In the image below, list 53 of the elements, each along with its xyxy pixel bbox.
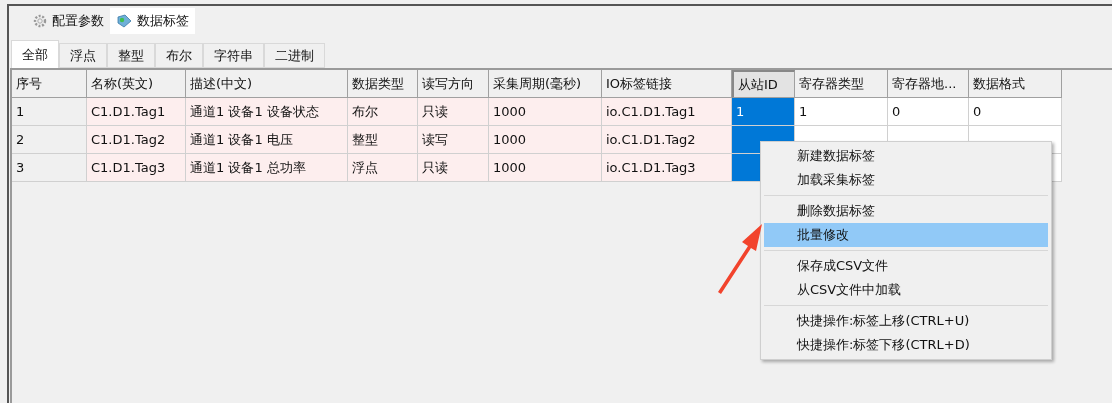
table-cell: 读写 bbox=[418, 126, 489, 154]
table-cell: io.C1.D1.Tag2 bbox=[602, 126, 732, 154]
gear-icon bbox=[33, 14, 47, 28]
tag-icon bbox=[116, 14, 132, 28]
column-header[interactable]: 寄存器类型 bbox=[795, 70, 888, 98]
table-cell: C1.D1.Tag2 bbox=[87, 126, 186, 154]
column-header[interactable]: 数据类型 bbox=[348, 70, 418, 98]
column-header[interactable]: IO标签链接 bbox=[602, 70, 732, 98]
column-header[interactable]: 采集周期(毫秒) bbox=[489, 70, 602, 98]
table-cell: 通道1 设备1 电压 bbox=[186, 126, 348, 154]
row-number: 3 bbox=[12, 154, 87, 182]
filter-tab[interactable]: 字符串 bbox=[203, 43, 264, 68]
table-cell: io.C1.D1.Tag3 bbox=[602, 154, 732, 182]
filter-tab[interactable]: 浮点 bbox=[59, 43, 107, 68]
filter-tab[interactable]: 全部 bbox=[11, 40, 59, 68]
menu-item[interactable]: 快捷操作:标签下移(CTRL+D) bbox=[764, 333, 1048, 357]
column-header[interactable]: 描述(中文) bbox=[186, 70, 348, 98]
table-cell: 1 bbox=[795, 98, 888, 126]
column-header[interactable]: 从站ID bbox=[732, 70, 795, 98]
table-cell: io.C1.D1.Tag1 bbox=[602, 98, 732, 126]
table-cell: 只读 bbox=[418, 98, 489, 126]
column-header[interactable]: 名称(英文) bbox=[87, 70, 186, 98]
main-tab[interactable]: 数据标签 bbox=[110, 8, 195, 34]
table-cell: C1.D1.Tag3 bbox=[87, 154, 186, 182]
table-cell: 浮点 bbox=[348, 154, 418, 182]
column-header[interactable]: 数据格式 bbox=[969, 70, 1062, 98]
table-cell: 1000 bbox=[489, 98, 602, 126]
table-cell: 整型 bbox=[348, 126, 418, 154]
table-cell: 0 bbox=[969, 98, 1062, 126]
column-header[interactable]: 寄存器地... bbox=[888, 70, 969, 98]
row-number: 2 bbox=[12, 126, 87, 154]
menu-item[interactable]: 批量修改 bbox=[764, 223, 1048, 247]
column-header[interactable]: 读写方向 bbox=[418, 70, 489, 98]
table-cell: 通道1 设备1 设备状态 bbox=[186, 98, 348, 126]
menu-item[interactable]: 快捷操作:标签上移(CTRL+U) bbox=[764, 309, 1048, 333]
menu-item[interactable]: 新建数据标签 bbox=[764, 144, 1048, 168]
menu-item[interactable]: 加载采集标签 bbox=[764, 168, 1048, 192]
column-header[interactable]: 序号 bbox=[12, 70, 87, 98]
row-number: 1 bbox=[12, 98, 87, 126]
table-cell: 1000 bbox=[489, 154, 602, 182]
menu-item[interactable]: 删除数据标签 bbox=[764, 199, 1048, 223]
table-cell: 通道1 设备1 总功率 bbox=[186, 154, 348, 182]
filter-tab[interactable]: 布尔 bbox=[155, 43, 203, 68]
filter-tab[interactable]: 整型 bbox=[107, 43, 155, 68]
table-cell: C1.D1.Tag1 bbox=[87, 98, 186, 126]
table-cell: 1 bbox=[732, 98, 795, 126]
table-cell: 布尔 bbox=[348, 98, 418, 126]
table-cell: 0 bbox=[888, 98, 969, 126]
filter-tab[interactable]: 二进制 bbox=[264, 43, 325, 68]
table-cell: 只读 bbox=[418, 154, 489, 182]
table-cell: 1000 bbox=[489, 126, 602, 154]
menu-item[interactable]: 保存成CSV文件 bbox=[764, 254, 1048, 278]
menu-item[interactable]: 从CSV文件中加载 bbox=[764, 278, 1048, 302]
